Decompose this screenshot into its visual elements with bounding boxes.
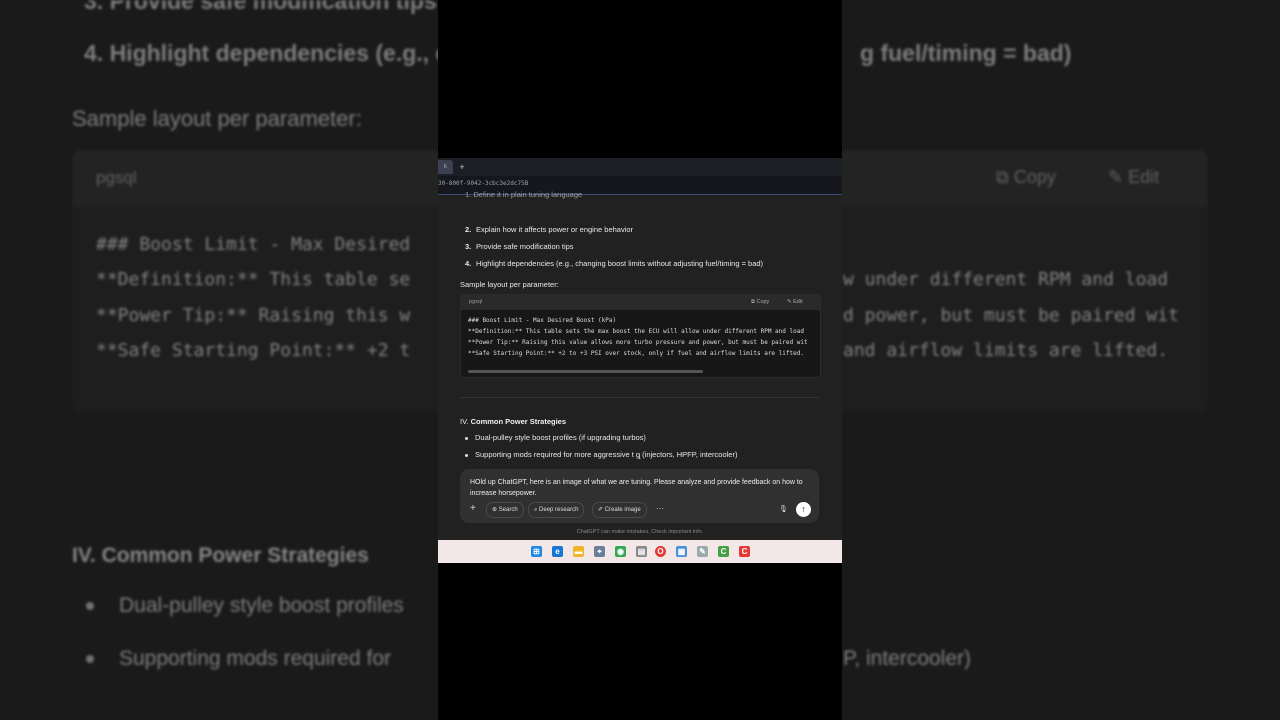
code-language: pgsql xyxy=(469,299,483,305)
create-image-button[interactable]: ✐ Create image xyxy=(592,502,647,518)
bullet-item-2: Supporting mods required for more aggres… xyxy=(475,450,738,459)
code-line-2: **Definition:** This table sets the max … xyxy=(468,328,804,335)
copy-icon: ⧉ xyxy=(751,299,755,305)
microphone-icon[interactable]: 🎙 xyxy=(779,503,788,517)
create-image-label: Create image xyxy=(604,507,641,513)
bg-code-lang: pgsql xyxy=(96,168,137,187)
copy-label: Copy xyxy=(756,299,770,305)
deep-research-label: Deep research xyxy=(539,507,579,513)
code-header: pgsql ⧉ Copy ✎ Edit xyxy=(461,295,820,310)
bg-list-item-4-end: g fuel/timing = bad) xyxy=(860,40,1072,66)
search-button[interactable]: ⊕ Search xyxy=(486,502,524,518)
notepad-icon[interactable]: ▤ xyxy=(636,546,647,557)
section-title: Common Power Strategies xyxy=(470,417,567,426)
bg-code-line-1: ### Boost Limit - Max Desired xyxy=(96,234,411,255)
section-prefix: IV. xyxy=(460,417,471,426)
bg-code-line-3-left: **Power Tip:** Raising this w xyxy=(96,305,411,326)
section-divider xyxy=(460,397,819,398)
copy-button[interactable]: ⧉ Copy xyxy=(751,299,769,306)
search-label: Search xyxy=(498,507,518,513)
browser-tabbar: k + xyxy=(438,158,842,176)
new-tab-button[interactable]: + xyxy=(457,162,467,172)
bullet-dot xyxy=(465,454,468,457)
code-line-4: **Safe Starting Point:** +2 to +3 PSI ov… xyxy=(468,350,804,357)
code-block: pgsql ⧉ Copy ✎ Edit ### Boost Limit - Ma… xyxy=(460,294,821,378)
telescope-icon: ⌕ xyxy=(534,507,538,513)
bg-bullet-1: Dual-pulley style boost profiles xyxy=(119,594,404,617)
bullet-item-1: Dual-pulley style boost profiles (if upg… xyxy=(475,433,646,442)
code-scrollbar[interactable] xyxy=(468,370,703,373)
bg-bullet-2-right: P, intercooler) xyxy=(843,647,972,670)
send-button[interactable]: ↑ xyxy=(796,502,811,517)
browser-tab[interactable]: k xyxy=(438,160,453,174)
sample-label: Sample layout per parameter: xyxy=(460,280,559,289)
disclaimer: ChatGPT can make mistakes. Check importa… xyxy=(576,529,704,535)
bullet-dot xyxy=(465,437,468,440)
edit-label: Edit xyxy=(793,299,803,305)
list-item-3: 3. Provide safe modification tips xyxy=(465,242,574,251)
taskbar: ⊞ e ▬ ⌖ ◉ ▤ O ▦ ✎ C C xyxy=(438,540,842,563)
paint-icon[interactable]: ✎ xyxy=(697,546,708,557)
bg-bullet-dot-2 xyxy=(86,655,94,663)
chat-content: 1. Define it in plain tuning language 2.… xyxy=(438,190,842,563)
code-line-3: **Power Tip:** Raising this value allows… xyxy=(468,339,808,346)
bg-code-line-4-left: **Safe Starting Point:** +2 t xyxy=(96,340,411,361)
edit-button[interactable]: ✎ Edit xyxy=(787,299,803,305)
list-item-2: 2. Explain how it affects power or engine… xyxy=(465,225,633,234)
app-icon[interactable]: ⌖ xyxy=(594,546,605,557)
code-line-1: ### Boost Limit - Max Desired Boost (kPa… xyxy=(468,317,617,324)
bg-code-line-4-right: and airflow limits are lifted. xyxy=(843,340,1169,361)
bg-sample-label: Sample layout per parameter: xyxy=(72,106,362,131)
bg-code-line-2-right: w under different RPM and load xyxy=(843,269,1169,290)
windows-start-icon[interactable]: ⊞ xyxy=(531,546,542,557)
message-composer: HOld up ChatGPT, here is an image of wha… xyxy=(460,469,819,523)
chrome-icon[interactable]: ◉ xyxy=(615,546,626,557)
list-item-4: 4. Highlight dependencies (e.g., changing… xyxy=(465,259,763,268)
bg-code-line-2-left: **Definition:** This table se xyxy=(96,269,411,290)
phone-frame: k + 30-800f-9042-3cbc3e2dc75B 1. Define … xyxy=(438,0,842,720)
list-number: 2. xyxy=(465,225,472,234)
section-heading: IV. Common Power Strategies xyxy=(460,417,566,426)
opera-icon[interactable]: O xyxy=(655,546,666,557)
screen: k + 30-800f-9042-3cbc3e2dc75B 1. Define … xyxy=(438,158,842,563)
calculator-icon[interactable]: ▦ xyxy=(676,546,687,557)
bg-section-title: IV. Common Power Strategies xyxy=(72,544,369,567)
list-number: 3. xyxy=(465,242,472,251)
edge-browser-icon[interactable]: e xyxy=(552,546,563,557)
bg-copy-label: Copy xyxy=(1013,167,1056,187)
bg-copy-button: ⧉ Copy xyxy=(996,167,1056,187)
bg-code-line-3-right: d power, but must be paired wit xyxy=(843,305,1179,326)
green-app-icon[interactable]: C xyxy=(718,546,729,557)
url-text: 30-800f-9042-3cbc3e2dc75B xyxy=(438,180,529,187)
bg-list-item-4-start: 4. Highlight dependencies (e.g., c xyxy=(84,40,449,66)
list-text: Provide safe modification tips xyxy=(476,242,574,251)
bg-bullet-dot-1 xyxy=(86,602,94,610)
bg-edit-button: ✎ Edit xyxy=(1108,167,1160,187)
bg-edit-label: Edit xyxy=(1128,167,1160,187)
bg-list-item-3: 3. Provide safe modification tips xyxy=(84,0,437,14)
scroll-down-icon[interactable]: ↓ xyxy=(634,451,645,462)
list-number: 4. xyxy=(465,259,472,268)
deep-research-button[interactable]: ⌕ Deep research xyxy=(528,502,585,518)
file-explorer-icon[interactable]: ▬ xyxy=(573,546,584,557)
red-app-icon[interactable]: C xyxy=(739,546,750,557)
globe-icon: ⊕ xyxy=(492,507,498,513)
bg-bullet-2-left: Supporting mods required for xyxy=(119,647,391,670)
more-tools-button[interactable]: ··· xyxy=(656,502,664,516)
add-attachment-button[interactable]: + xyxy=(470,502,476,516)
list-text: Explain how it affects power or engine b… xyxy=(476,225,634,234)
edit-icon: ✎ xyxy=(787,299,792,305)
brush-icon: ✐ xyxy=(598,507,604,513)
list-item-1-partial: 1. Define it in plain tuning language xyxy=(465,190,583,199)
list-text: Highlight dependencies (e.g., changing b… xyxy=(476,259,764,268)
message-input[interactable]: HOld up ChatGPT, here is an image of wha… xyxy=(470,477,815,499)
